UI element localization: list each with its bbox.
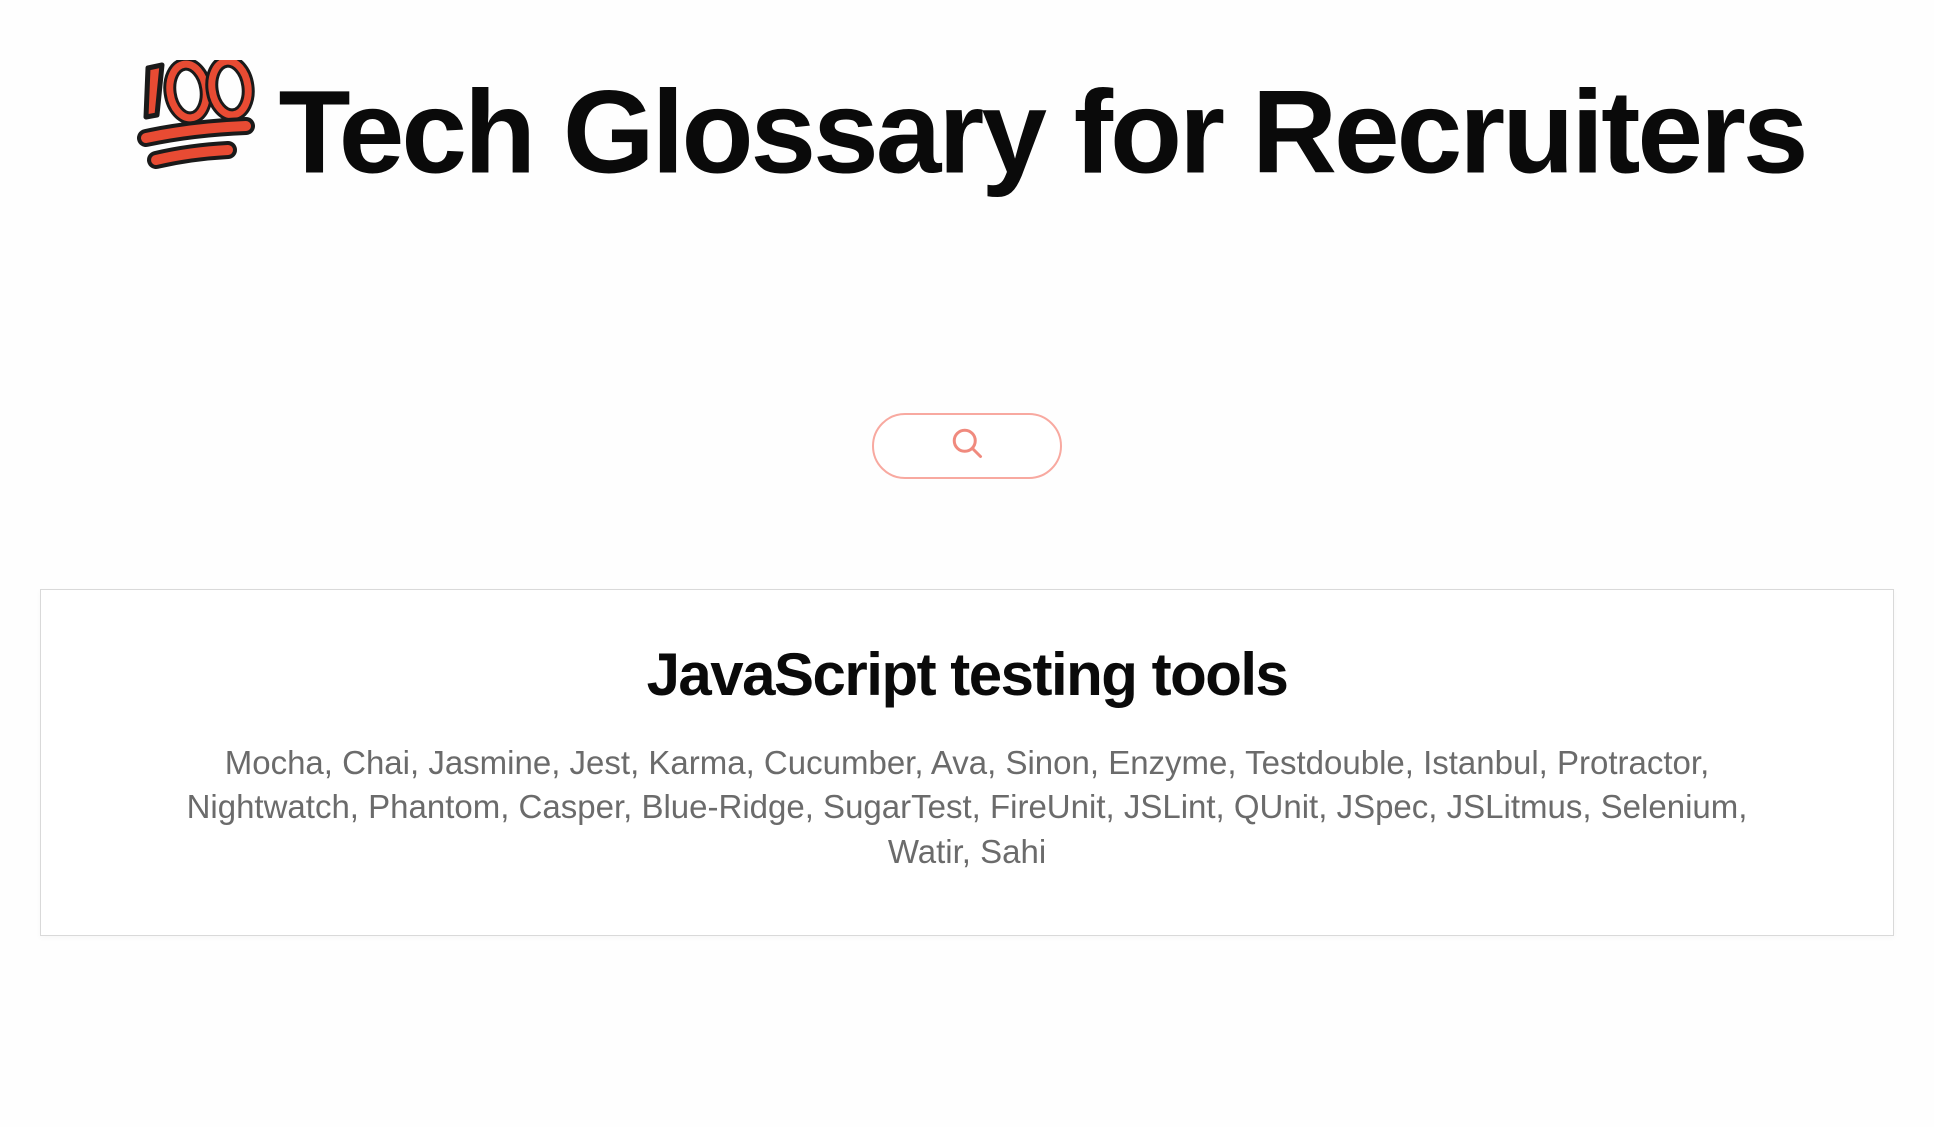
search-button[interactable] [872,413,1062,479]
page-title-text: Tech Glossary for Recruiters [278,67,1805,199]
glossary-card: JavaScript testing tools Mocha, Chai, Ja… [40,589,1894,936]
page-title: Tech Glossary for Recruiters [40,70,1894,213]
search-icon [949,425,985,466]
hundred-emoji-icon [128,60,258,203]
card-title: JavaScript testing tools [101,640,1833,709]
card-body: Mocha, Chai, Jasmine, Jest, Karma, Cucum… [157,741,1777,875]
